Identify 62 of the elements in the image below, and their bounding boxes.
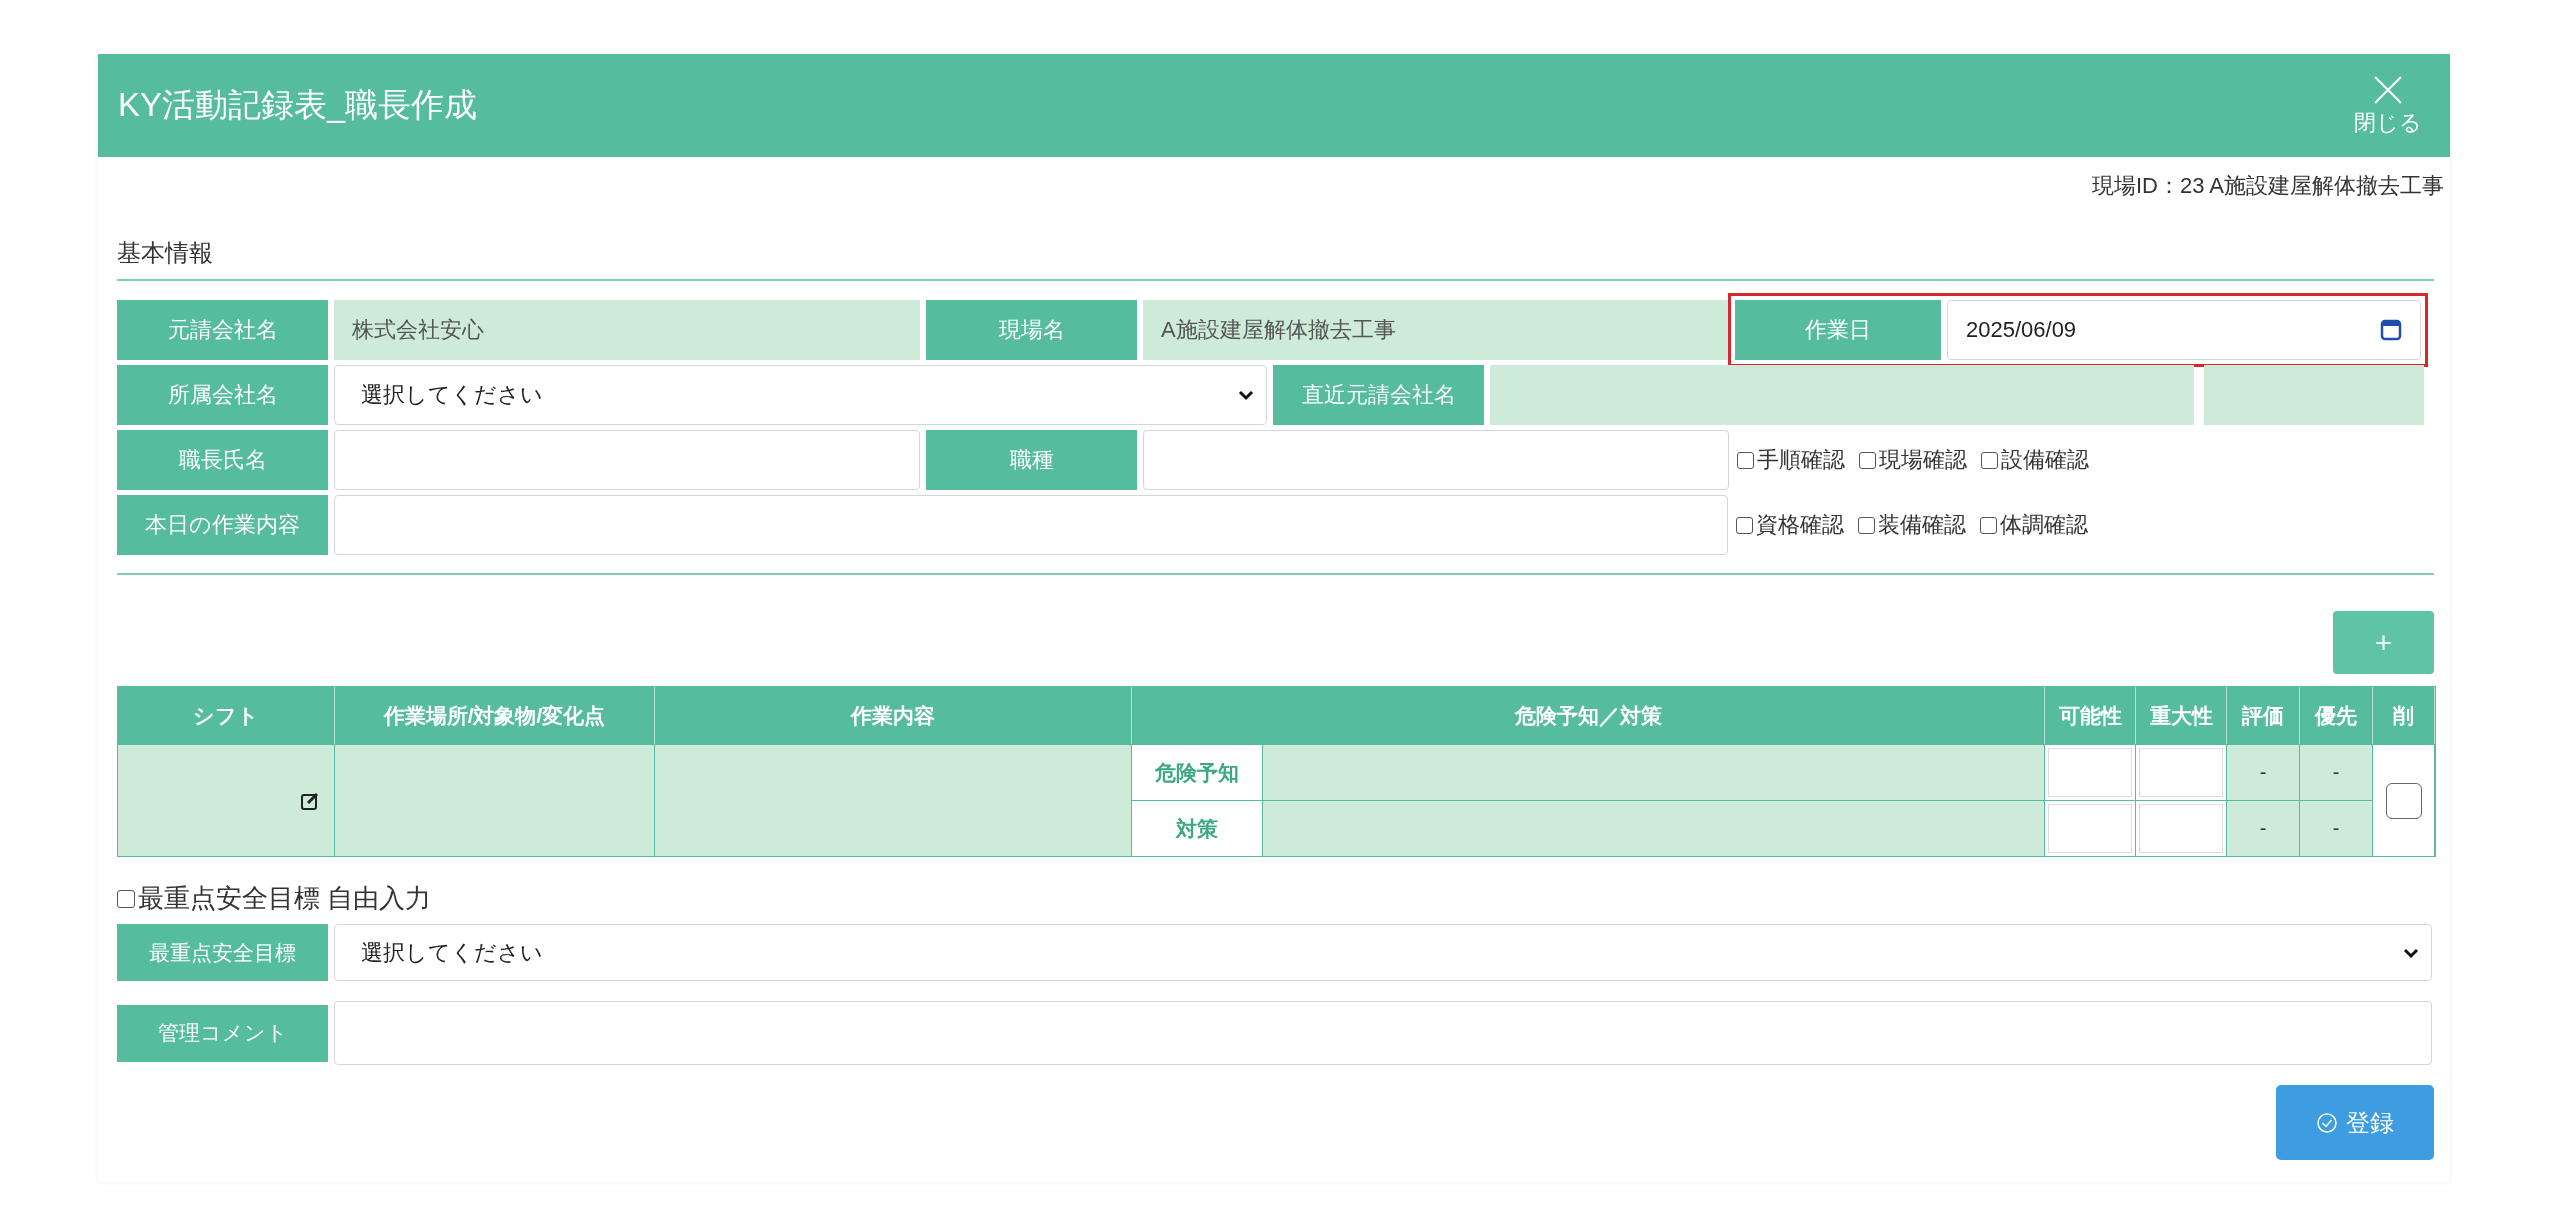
checkbox[interactable] xyxy=(1859,451,1876,469)
input-field[interactable] xyxy=(2048,804,2132,853)
input-field[interactable] xyxy=(334,1001,2432,1065)
field-label: 職長氏名 xyxy=(117,430,328,490)
checkbox-label: 体調確認 xyxy=(2000,511,2088,539)
column-header: 重大性 xyxy=(2136,687,2227,744)
checkbox-label: 設備確認 xyxy=(2001,446,2089,474)
input-field[interactable] xyxy=(2048,748,2132,797)
input-field[interactable] xyxy=(2139,804,2223,853)
select-field[interactable]: 選択してください xyxy=(334,365,1267,425)
table-cell: - xyxy=(2227,744,2300,800)
input-field[interactable] xyxy=(334,495,1728,555)
checkbox[interactable] xyxy=(1980,516,1997,534)
chevron-down-icon xyxy=(2403,946,2419,959)
check-circle-icon xyxy=(2316,1111,2338,1134)
checkbox[interactable] xyxy=(1858,516,1875,534)
row-label: 危険予知 xyxy=(1132,744,1263,800)
window-title: KY活動記録表_職長作成 xyxy=(118,85,478,125)
column-header: 危険予知／対策 xyxy=(1132,687,2045,744)
edit-icon[interactable] xyxy=(300,790,320,811)
calendar-icon xyxy=(2380,319,2402,341)
column-header: 削 xyxy=(2373,687,2435,744)
column-header: 優先 xyxy=(2300,687,2373,744)
column-header: 評価 xyxy=(2227,687,2300,744)
section-title: 基本情報 xyxy=(117,237,2434,281)
field-label: 現場名 xyxy=(926,300,1137,360)
site-id-text: 現場ID：23 A施設建屋解体撤去工事 xyxy=(2090,172,2444,200)
checkbox[interactable] xyxy=(117,889,135,908)
checkbox-label: 現場確認 xyxy=(1879,446,1967,474)
checkbox[interactable] xyxy=(1981,451,1998,469)
field-label: 最重点安全目標 xyxy=(117,924,328,981)
table-cell: - xyxy=(2300,744,2373,800)
input-field[interactable] xyxy=(2139,748,2223,797)
column-header: 作業場所/対象物/変化点 xyxy=(335,687,655,744)
checkbox-label: 手順確認 xyxy=(1757,446,1845,474)
close-icon xyxy=(2372,73,2404,106)
row-label: 対策 xyxy=(1132,800,1263,856)
table-cell: - xyxy=(2227,800,2300,856)
column-header: シフト xyxy=(118,687,335,744)
checkbox-label: 装備確認 xyxy=(1878,511,1966,539)
readonly-field: 株式会社安心 xyxy=(334,300,920,360)
select-field[interactable]: 選択してください xyxy=(334,924,2432,981)
field-label: 元請会社名 xyxy=(117,300,328,360)
checkbox[interactable] xyxy=(1737,451,1754,469)
checkbox-label: 最重点安全目標 自由入力 xyxy=(138,882,432,915)
checkbox[interactable] xyxy=(1736,516,1753,534)
date-field[interactable]: 2025/06/09 xyxy=(1947,300,2421,360)
readonly-field: A施設建屋解体撤去工事 xyxy=(1143,300,1729,360)
field-label: 本日の作業内容 xyxy=(117,495,328,555)
field-label: 所属会社名 xyxy=(117,365,328,425)
field-label: 作業日 xyxy=(1735,300,1941,360)
input-field[interactable] xyxy=(334,430,920,490)
column-header: 可能性 xyxy=(2045,687,2136,744)
field-label: 管理コメント xyxy=(117,1004,328,1062)
field-label: 直近元請会社名 xyxy=(1273,365,1484,425)
chevron-down-icon xyxy=(1238,389,1254,401)
input-field[interactable] xyxy=(1143,430,1729,490)
table-cell: - xyxy=(2300,800,2373,856)
field-label: 職種 xyxy=(926,430,1137,490)
checkbox[interactable] xyxy=(2385,782,2422,819)
checkbox-label: 資格確認 xyxy=(1756,511,1844,539)
column-header: 作業内容 xyxy=(655,687,1132,744)
